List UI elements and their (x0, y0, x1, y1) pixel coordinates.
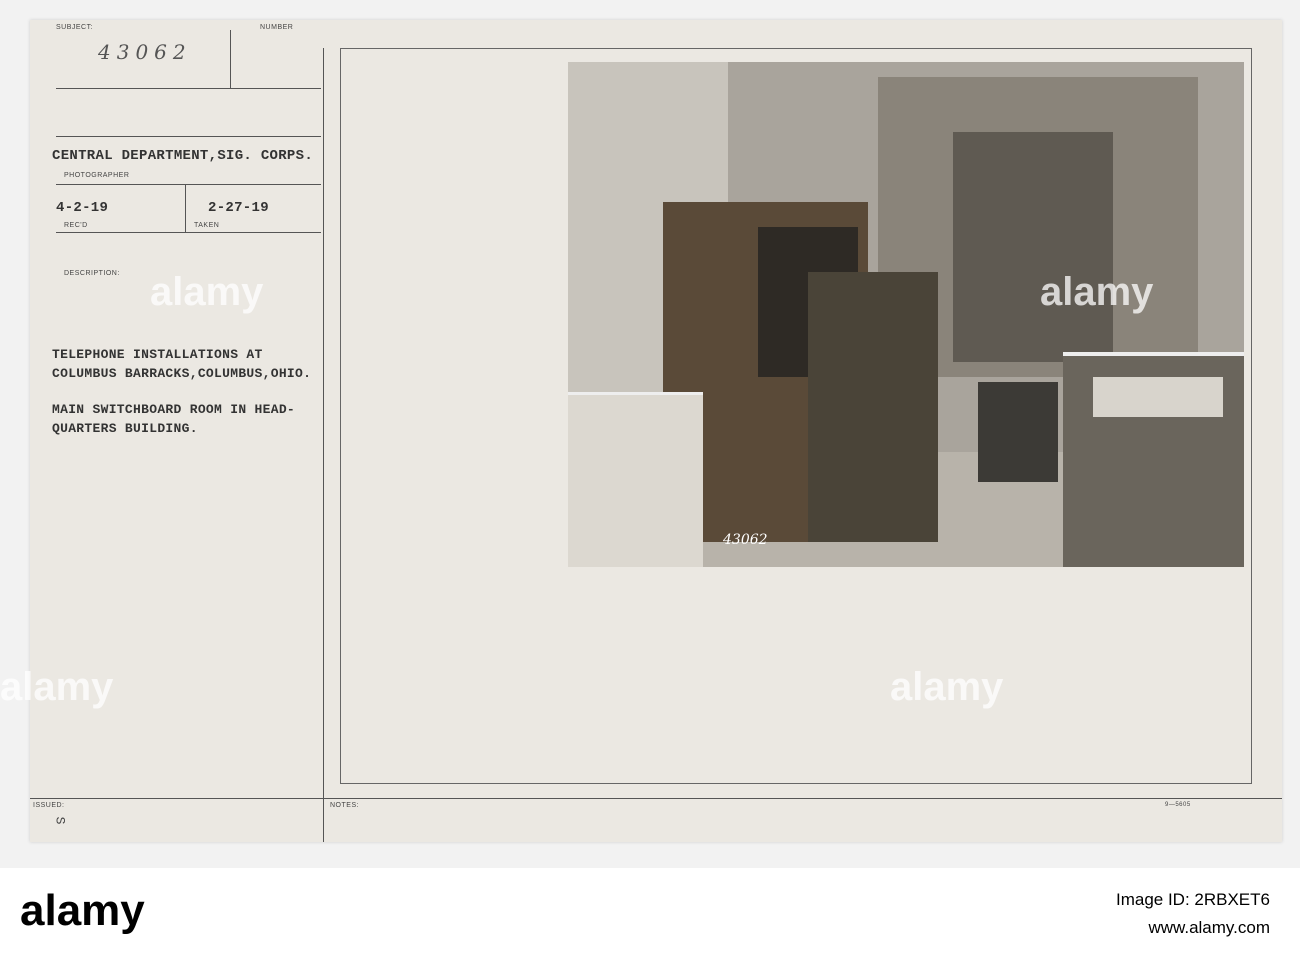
radiator (978, 382, 1058, 482)
subject-label: SUBJECT: (56, 24, 94, 31)
recd-date: 4-2-19 (56, 200, 109, 216)
description-detail: MAIN SWITCHBOARD ROOM IN HEAD- QUARTERS … (52, 402, 296, 436)
watermark: alamy (0, 665, 114, 709)
watermark: alamy (890, 665, 1004, 709)
archive-card: SUBJECT: 43062 NUMBER CENTRAL DEPARTMENT… (30, 20, 1282, 842)
image-id: Image ID: 2RBXET6 (1115, 890, 1270, 909)
watermark: alamy (1040, 270, 1154, 314)
taken-date: 2-27-19 (208, 200, 269, 216)
description-label: DESCRIPTION: (64, 270, 120, 277)
taken-label: TAKEN (194, 222, 220, 229)
notes-label: NOTES: (330, 802, 360, 809)
form-number: 9—5605 (1165, 802, 1191, 808)
stock-banner: alamy Image ID: 2RBXET6 www.alamy.com (0, 868, 1300, 958)
photographer: CENTRAL DEPARTMENT,SIG. CORPS. (52, 148, 314, 164)
subject-number: 43062 (98, 40, 192, 64)
watermark: alamy (150, 270, 264, 314)
alamy-logo: alamy (20, 886, 145, 935)
issued-mark: S (52, 816, 68, 825)
photographer-label: PHOTOGRAPHER (64, 172, 130, 179)
operator (808, 272, 938, 542)
recd-label: REC'D (64, 222, 88, 229)
bed-left (568, 392, 703, 567)
issued-label: ISSUED: (33, 802, 65, 809)
negative-number: 43062 (723, 532, 768, 548)
number-label: NUMBER (260, 24, 294, 31)
alamy-url[interactable]: www.alamy.com (1148, 918, 1270, 938)
description-main: TELEPHONE INSTALLATIONS AT COLUMBUS BARR… (52, 347, 312, 381)
